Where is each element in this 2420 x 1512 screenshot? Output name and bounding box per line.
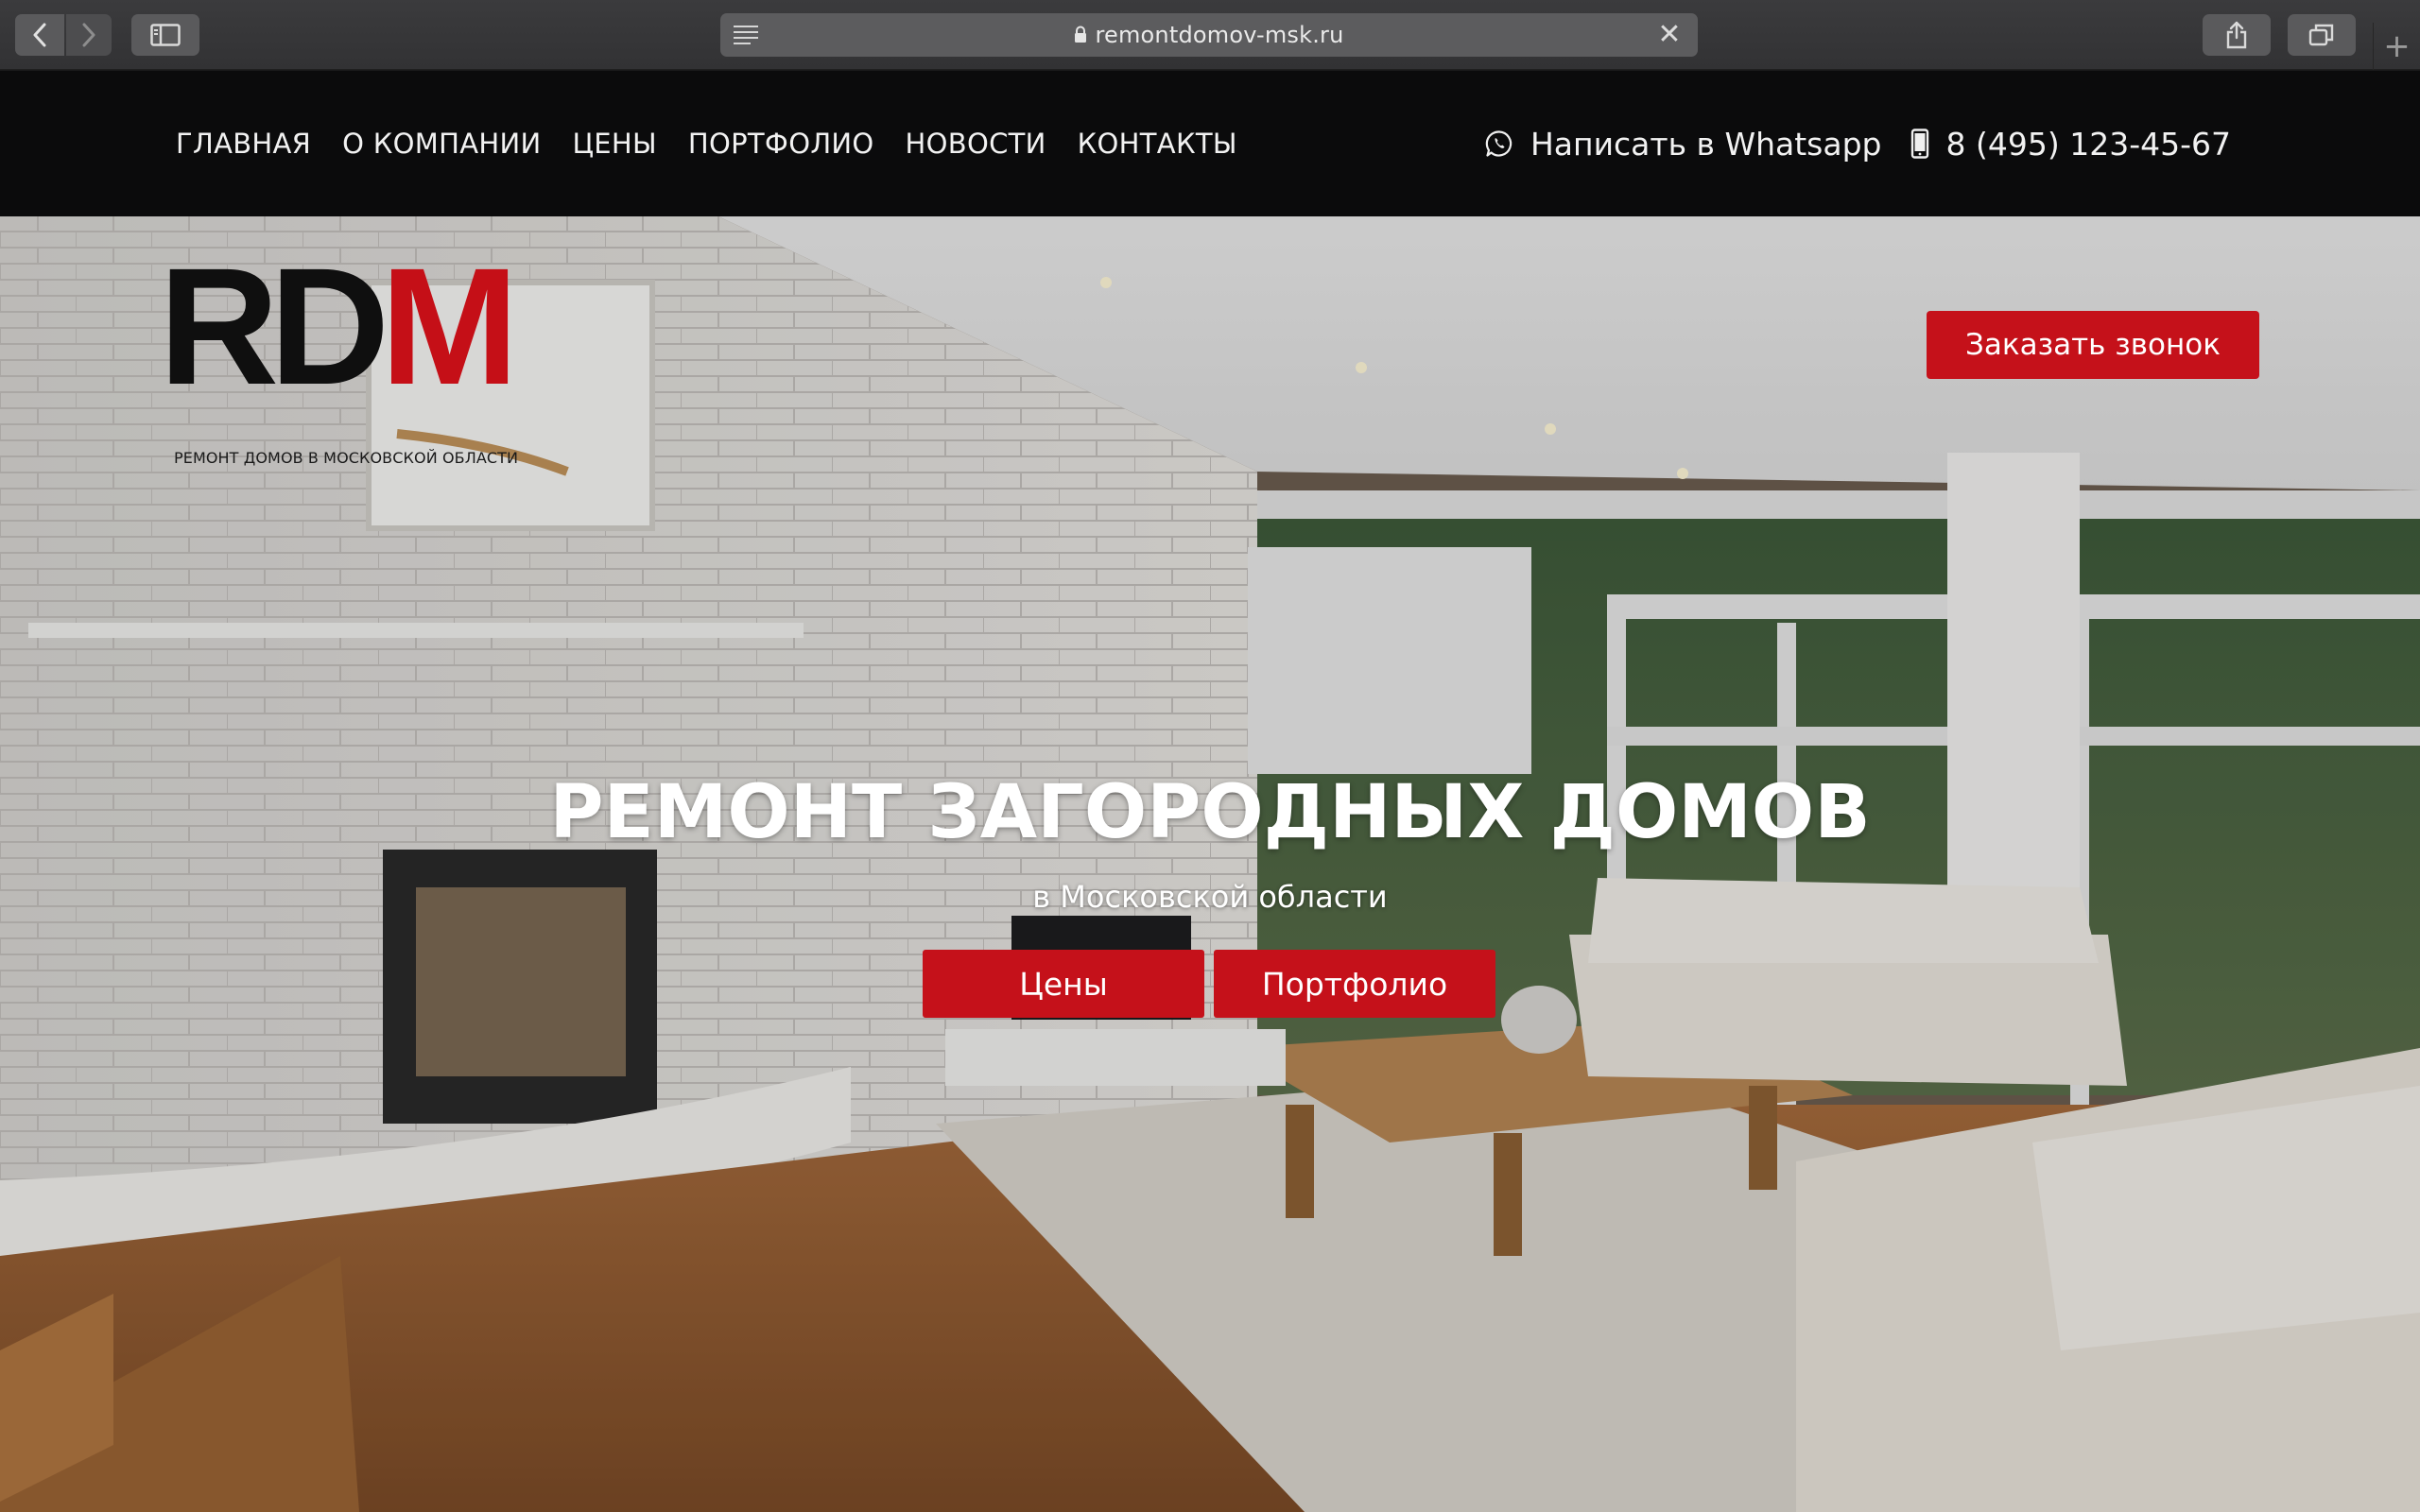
site-header: ГЛАВНАЯ О КОМПАНИИ ЦЕНЫ ПОРТФОЛИО НОВОСТ… <box>0 71 2420 216</box>
sidebar-toggle-button[interactable] <box>131 14 199 56</box>
address-url: remontdomov-msk.ru <box>1074 22 1343 48</box>
back-button[interactable] <box>15 14 64 56</box>
hero-subtitle: в Московской области <box>1032 879 1388 915</box>
new-tab-button[interactable]: + <box>2373 23 2420 70</box>
tabs-overview-button[interactable] <box>2288 14 2356 56</box>
header-contacts: Написать в Whatsapp 8 (495) 123-45-67 <box>1485 71 2231 216</box>
nav-item-contacts[interactable]: КОНТАКТЫ <box>1078 128 1237 160</box>
hero-section: RD M РЕМОНТ ДОМОВ В МОСКОВСКОЙ ОБЛАСТИ З… <box>0 216 2420 1512</box>
logo-tagline: РЕМОНТ ДОМОВ В МОСКОВСКОЙ ОБЛАСТИ <box>174 449 519 467</box>
whatsapp-link[interactable]: Написать в Whatsapp <box>1485 126 1882 163</box>
phone-number: 8 (495) 123-45-67 <box>1945 125 2232 163</box>
hero-buttons: Цены Портфолио <box>923 950 1495 1018</box>
nav-item-home[interactable]: ГЛАВНАЯ <box>176 128 311 160</box>
logo-mark: RD M <box>159 234 519 420</box>
logo-mark-red: M <box>380 234 519 420</box>
sidebar-icon <box>150 24 181 46</box>
chevron-left-icon <box>33 23 46 47</box>
logo-mark-black: RD <box>159 234 389 420</box>
order-call-button[interactable]: Заказать звонок <box>1927 311 2259 379</box>
close-icon[interactable]: ✕ <box>1656 21 1683 49</box>
whatsapp-icon <box>1485 130 1512 157</box>
reader-icon[interactable] <box>734 22 766 48</box>
whatsapp-label: Написать в Whatsapp <box>1530 125 1882 163</box>
nav-item-about[interactable]: О КОМПАНИИ <box>342 128 541 160</box>
phone-icon <box>1910 129 1928 159</box>
nav-item-prices[interactable]: ЦЕНЫ <box>572 128 656 160</box>
browser-toolbar: remontdomov-msk.ru ✕ + <box>0 0 2420 70</box>
hero-title: РЕМОНТ ЗАГОРОДНЫХ ДОМОВ <box>549 770 1871 855</box>
nav-item-news[interactable]: НОВОСТИ <box>906 128 1046 160</box>
url-text: remontdomov-msk.ru <box>1095 22 1344 48</box>
lock-icon <box>1075 26 1087 43</box>
portfolio-button[interactable]: Портфолио <box>1214 950 1495 1018</box>
tabs-icon <box>2308 24 2334 46</box>
share-icon <box>2226 21 2247 49</box>
forward-button[interactable] <box>66 14 112 56</box>
nav-item-portfolio[interactable]: ПОРТФОЛИО <box>688 128 874 160</box>
share-button[interactable] <box>2203 14 2271 56</box>
address-bar[interactable]: remontdomov-msk.ru ✕ <box>720 13 1698 57</box>
chevron-right-icon <box>82 23 95 47</box>
phone-link[interactable]: 8 (495) 123-45-67 <box>1910 125 2232 163</box>
main-nav: ГЛАВНАЯ О КОМПАНИИ ЦЕНЫ ПОРТФОЛИО НОВОСТ… <box>176 71 1237 216</box>
prices-button[interactable]: Цены <box>923 950 1204 1018</box>
site-logo[interactable]: RD M РЕМОНТ ДОМОВ В МОСКОВСКОЙ ОБЛАСТИ <box>159 234 556 467</box>
